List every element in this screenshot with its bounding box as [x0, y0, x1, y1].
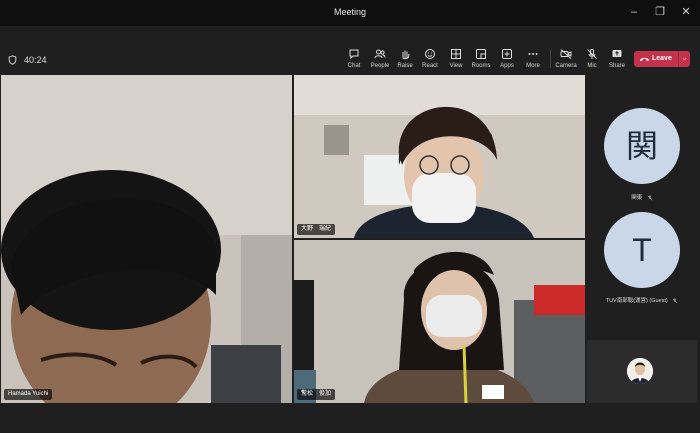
mic-off-icon [647, 195, 653, 200]
leave-button[interactable]: Leave ⌄ [634, 51, 690, 67]
minimize-icon[interactable]: – [624, 5, 644, 19]
share-button[interactable]: Share [603, 48, 631, 70]
avatar-name: TUV南部聡(運営) (Guest) [605, 298, 668, 304]
apps-label: Apps [500, 63, 514, 69]
video-tile-tsunematsu[interactable]: 常松 俊加 [294, 240, 585, 403]
video-tile-hamada[interactable]: Hamada Yuichi [1, 75, 292, 403]
avatar-kanto[interactable]: 関 [604, 108, 680, 184]
avatar-name-label: 関東 [587, 193, 697, 201]
smiley-icon [425, 49, 435, 59]
camera-off-icon [560, 49, 572, 59]
avatar-tuv-guest[interactable]: T [604, 212, 680, 288]
mic-button[interactable]: Mic [578, 48, 606, 70]
leave-label: Leave [652, 55, 672, 62]
avatar-name-label: TUV南部聡(運営) (Guest) [587, 296, 697, 304]
participant-video [294, 240, 585, 403]
share-icon [612, 50, 622, 57]
chat-button[interactable]: Chat [340, 48, 368, 70]
window-title: Meeting [333, 7, 367, 17]
mic-off-icon [300, 389, 306, 395]
hand-icon [402, 50, 410, 60]
chat-label: Chat [347, 63, 361, 69]
apps-plus-icon [502, 49, 512, 59]
toolbar-divider [550, 50, 551, 68]
self-view[interactable] [587, 340, 697, 403]
meeting-timer: 40:24 [24, 55, 47, 65]
people-label: People [370, 63, 390, 69]
people-button[interactable]: People [366, 48, 394, 70]
video-tile-ohno[interactable]: 大野 瑞紀 [294, 75, 585, 238]
title-bar: Meeting – ❐ ✕ [0, 0, 700, 26]
participant-video [1, 75, 292, 403]
rooms-button[interactable]: Rooms [467, 48, 495, 70]
camera-label: Camera [555, 63, 577, 69]
rooms-icon [476, 49, 486, 59]
avatar-name: 関東 [631, 195, 643, 201]
mic-off-icon [672, 298, 678, 303]
participant-name-tag: 大野 瑞紀 [297, 224, 336, 235]
camera-button[interactable]: Camera [552, 48, 580, 70]
leave-dropdown-chevron-icon[interactable]: ⌄ [678, 51, 690, 67]
participant-video [294, 75, 585, 238]
apps-button[interactable]: Apps [493, 48, 521, 70]
more-dots-icon [528, 53, 538, 55]
react-label: React [422, 63, 438, 69]
shield-icon [8, 55, 17, 65]
raise-hand-button[interactable]: Raise [391, 48, 419, 70]
react-button[interactable]: React [416, 48, 444, 70]
chat-icon [349, 49, 359, 60]
grid-view-icon [451, 49, 461, 59]
participant-name-tag: Hamada Yuichi [4, 389, 53, 400]
close-icon[interactable]: ✕ [676, 5, 696, 19]
participant-name-tag: 常松 俊加 [297, 389, 336, 400]
view-button[interactable]: View [442, 48, 470, 70]
more-label: More [526, 63, 540, 69]
mic-label: Mic [587, 63, 597, 69]
self-portrait [627, 358, 653, 384]
share-label: Share [608, 63, 625, 69]
mic-off-icon [587, 49, 597, 59]
people-icon [374, 49, 386, 59]
self-avatar [627, 358, 653, 384]
maximize-icon[interactable]: ❐ [650, 5, 670, 19]
raise-label: Raise [397, 63, 413, 69]
view-label: View [449, 63, 463, 69]
rooms-label: Rooms [471, 63, 491, 69]
more-button[interactable]: More [519, 48, 547, 70]
